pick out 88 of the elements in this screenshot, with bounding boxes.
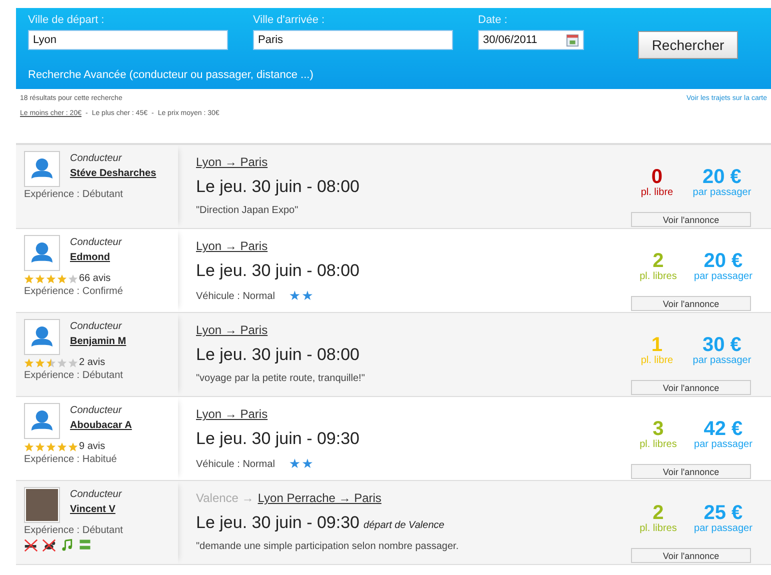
experience-label: Expérience : Débutant xyxy=(24,189,124,200)
comfort-stars: ★★ xyxy=(288,289,314,304)
role-label: Conducteur xyxy=(70,489,122,500)
price-label: par passager xyxy=(694,271,752,282)
free-seats-label: pl. libres xyxy=(640,523,677,534)
departure-note: départ de Valence xyxy=(364,520,444,531)
view-ad-button[interactable]: Voir l'annonce xyxy=(631,380,751,395)
experience-label: Expérience : Habitué xyxy=(24,454,118,465)
experience-label: Expérience : Confirmé xyxy=(24,286,124,297)
price: 42 € xyxy=(704,419,743,439)
input-field[interactable]: Paris xyxy=(253,30,453,50)
route-link[interactable]: Lyon Perrache → Paris xyxy=(258,491,382,505)
route-link[interactable]: Lyon → Paris xyxy=(196,323,268,337)
departure-time: Le jeu. 30 juin - 09:30 xyxy=(196,429,360,449)
review-count: 9 avis xyxy=(79,441,106,452)
star-icon xyxy=(57,274,67,284)
price-label: par passager xyxy=(692,355,752,366)
star-icon xyxy=(24,358,34,368)
vehicle-label: Véhicule : Normal xyxy=(196,459,275,470)
input-field[interactable]: 30/06/2011 xyxy=(478,30,584,50)
free-seats-label: pl. libre xyxy=(640,187,674,198)
experience-label: Expérience : Débutant xyxy=(24,370,124,381)
star-icon xyxy=(24,274,34,284)
price: 20 € xyxy=(702,167,742,187)
view-ad-button[interactable]: Voir l'annonce xyxy=(631,296,751,311)
ride-comment: "Direction Japan Expo" xyxy=(196,205,300,216)
driver-name-link[interactable]: Edmond xyxy=(70,251,122,265)
free-seats-count: 0 xyxy=(651,167,663,187)
role-label: Conducteur xyxy=(70,237,122,248)
star-icon xyxy=(57,442,67,452)
role-label: Conducteur xyxy=(70,321,123,332)
star-icon xyxy=(68,442,78,452)
review-count: 2 avis xyxy=(79,357,106,368)
free-seats-count: 2 xyxy=(652,503,664,523)
field-label: Date : xyxy=(478,14,508,26)
driver-name-link[interactable]: Aboubacar A xyxy=(70,419,132,433)
star-icon xyxy=(68,274,78,284)
comfort-stars: ★★ xyxy=(288,457,314,472)
driver-name-link[interactable]: Stéve Desharches xyxy=(70,167,156,181)
price: 25 € xyxy=(704,503,743,523)
free-seats-count: 2 xyxy=(652,251,664,271)
star-icon xyxy=(35,274,45,284)
route-stop: Valence → xyxy=(196,491,254,505)
star-icon xyxy=(35,442,45,452)
price: 20 € xyxy=(704,251,743,271)
ride-comment: "voyage par la petite route, tranquille!" xyxy=(196,373,366,384)
price-label: par passager xyxy=(692,187,752,198)
star-icon xyxy=(24,442,34,452)
free-seats-label: pl. libre xyxy=(640,355,674,366)
no-smoking-icon xyxy=(24,538,38,552)
departure-time: Le jeu. 30 juin - 09:30 xyxy=(196,513,360,533)
driver-name-link[interactable]: Vincent V xyxy=(70,503,122,517)
music-note-icon xyxy=(60,538,74,552)
route-link[interactable]: Lyon → Paris xyxy=(196,239,268,253)
star-icon xyxy=(46,274,56,284)
departure-time: Le jeu. 30 juin - 08:00 xyxy=(196,177,360,197)
price-label: par passager xyxy=(694,523,752,534)
departure-time: Le jeu. 30 juin - 08:00 xyxy=(196,261,360,281)
view-ad-button[interactable]: Voir l'annonce xyxy=(631,464,751,479)
experience-label: Expérience : Débutant xyxy=(24,525,124,536)
free-seats-label: pl. libres xyxy=(640,271,677,282)
star-icon xyxy=(46,442,56,452)
vehicle-label: Véhicule : Normal xyxy=(196,291,275,302)
route-link[interactable]: Lyon → Paris xyxy=(196,155,268,169)
free-seats-count: 1 xyxy=(651,335,663,355)
field-label: Ville d'arrivée : xyxy=(253,14,326,26)
price: 30 € xyxy=(702,335,742,355)
calendar-icon[interactable] xyxy=(566,34,579,46)
star-icon xyxy=(57,358,67,368)
driver-name-link[interactable]: Benjamin M xyxy=(70,335,126,349)
star-icon xyxy=(68,358,78,368)
route-link[interactable]: Lyon → Paris xyxy=(196,407,268,421)
review-count: 66 avis xyxy=(79,273,111,284)
departure-time: Le jeu. 30 juin - 08:00 xyxy=(196,345,360,365)
input-field[interactable]: Lyon xyxy=(28,30,228,50)
role-label: Conducteur xyxy=(70,405,123,416)
search-button[interactable]: Rechercher xyxy=(638,31,738,59)
view-ad-button[interactable]: Voir l'annonce xyxy=(631,548,751,563)
free-seats-count: 3 xyxy=(652,419,664,439)
no-pets-icon xyxy=(42,538,56,552)
free-seats-label: pl. libres xyxy=(640,439,677,450)
price-label: par passager xyxy=(694,439,752,450)
ride-comment: "demande une simple participation selon nombre passager. xyxy=(196,541,460,552)
star-icon xyxy=(46,358,56,368)
field-label: Ville de départ : xyxy=(28,14,106,26)
star-icon xyxy=(35,358,45,368)
view-ad-button[interactable]: Voir l'annonce xyxy=(631,212,751,227)
role-label: Conducteur xyxy=(70,153,123,164)
